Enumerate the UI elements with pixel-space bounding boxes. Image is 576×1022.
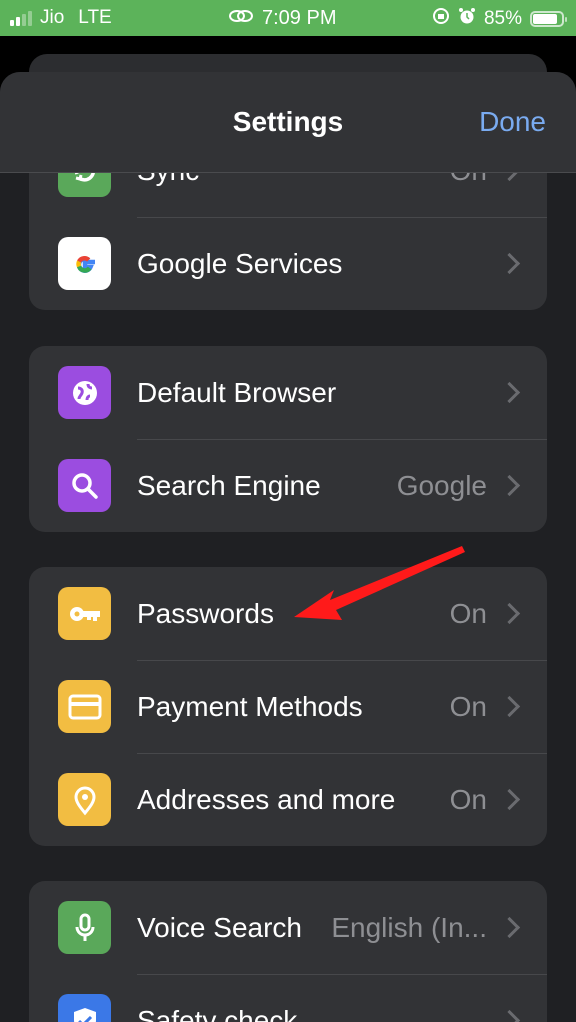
chevron-right-icon: [498, 916, 521, 939]
link-icon: [228, 7, 254, 30]
settings-row-google-services[interactable]: Google Services: [29, 217, 547, 310]
row-label: Google Services: [137, 247, 343, 279]
row-label: Addresses and more: [137, 783, 396, 815]
row-label: Passwords: [137, 597, 274, 629]
chevron-right-icon: [498, 474, 521, 497]
battery-icon: [530, 11, 567, 27]
row-value: On: [449, 690, 487, 722]
settings-group-other: Voice Search English (In... Safety check: [29, 881, 547, 1022]
location-pin-icon: [58, 773, 111, 826]
settings-sheet: Settings Done Sync On Google Services: [0, 72, 576, 1022]
microphone-icon: [58, 901, 111, 954]
row-label: Search Engine: [137, 469, 321, 501]
credit-card-icon: [58, 680, 111, 733]
chevron-right-icon: [498, 602, 521, 625]
chevron-right-icon: [498, 1009, 521, 1022]
settings-row-search-engine[interactable]: Search Engine Google: [29, 439, 547, 532]
orientation-lock-icon: [432, 7, 450, 31]
settings-row-default-browser[interactable]: Default Browser: [29, 346, 547, 439]
row-value: Google: [396, 469, 487, 501]
search-icon: [58, 459, 111, 512]
battery-percent: 85%: [483, 8, 522, 29]
chevron-right-icon: [498, 381, 521, 404]
network-type: LTE: [78, 7, 112, 28]
key-icon: [58, 587, 111, 640]
settings-group-browser: Default Browser Search Engine Google: [29, 346, 547, 532]
carrier-name: Jio: [40, 7, 65, 28]
google-logo-icon: [58, 237, 111, 290]
settings-row-safety-check[interactable]: Safety check: [29, 974, 547, 1022]
row-label: Voice Search: [137, 911, 302, 943]
settings-row-voice-search[interactable]: Voice Search English (In...: [29, 881, 547, 974]
row-value: On: [449, 597, 487, 629]
settings-row-addresses[interactable]: Addresses and more On: [29, 753, 547, 846]
row-label: Payment Methods: [137, 690, 363, 722]
shield-check-icon: [58, 994, 111, 1022]
alarm-icon: [458, 7, 476, 31]
globe-icon: [58, 366, 111, 419]
clock: 7:09 PM: [262, 7, 337, 29]
row-label: Safety check: [137, 1004, 298, 1022]
chevron-right-icon: [498, 788, 521, 811]
settings-group-autofill: Passwords On Payment Methods On Addresse…: [29, 567, 547, 846]
chevron-right-icon: [498, 695, 521, 718]
row-value: English (In...: [331, 911, 487, 943]
done-button[interactable]: Done: [479, 106, 546, 138]
row-label: Default Browser: [137, 376, 337, 408]
signal-strength-icon: [10, 10, 32, 26]
row-value: On: [449, 783, 487, 815]
status-bar: Jio LTE 7:09 PM 85%: [0, 0, 576, 36]
settings-row-payment-methods[interactable]: Payment Methods On: [29, 660, 547, 753]
nav-bar: Settings Done: [0, 72, 576, 173]
chevron-right-icon: [498, 252, 521, 275]
settings-row-passwords[interactable]: Passwords On: [29, 567, 547, 660]
